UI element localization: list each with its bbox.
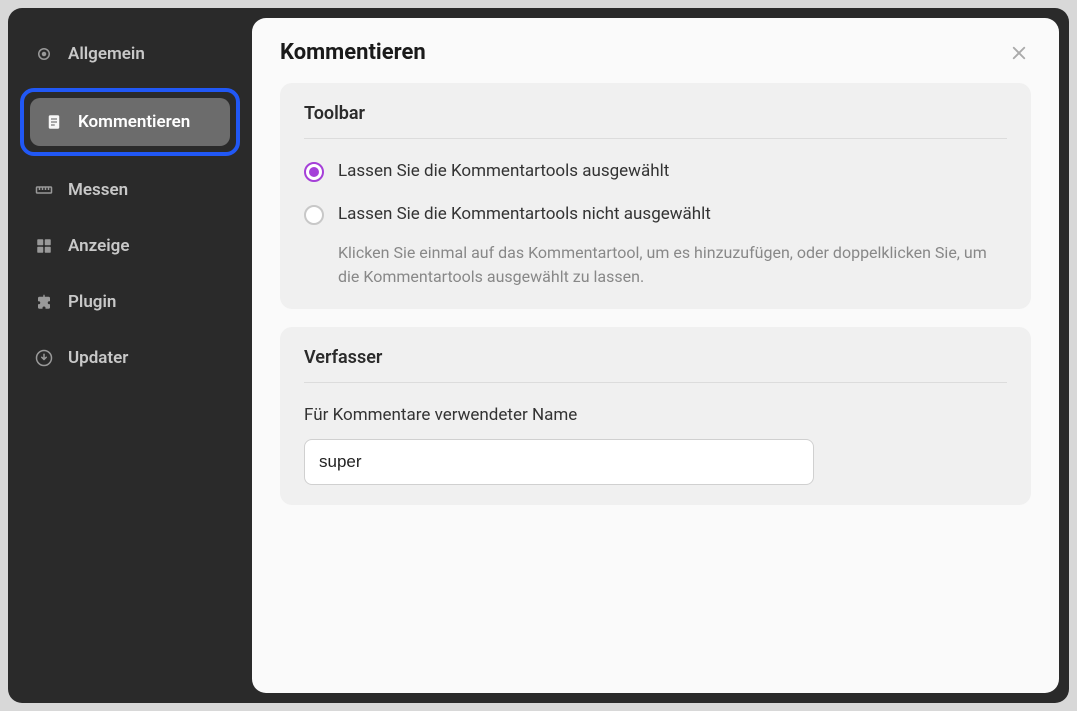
ruler-icon <box>34 180 54 200</box>
close-icon <box>1010 44 1028 62</box>
sidebar-active-highlight: Kommentieren <box>20 88 240 156</box>
close-button[interactable] <box>1007 41 1031 65</box>
content-header: Kommentieren <box>280 40 1031 65</box>
author-section: Verfasser Für Kommentare verwendeter Nam… <box>280 327 1031 505</box>
sidebar-item-label: Anzeige <box>68 236 129 256</box>
sidebar-item-comment[interactable]: Kommentieren <box>30 98 230 146</box>
section-heading-author: Verfasser <box>304 347 1007 383</box>
author-name-label: Für Kommentare verwendeter Name <box>304 405 1007 425</box>
author-name-input[interactable] <box>304 439 814 485</box>
radio-label: Lassen Sie die Kommentartools nicht ausg… <box>338 204 711 224</box>
sidebar-item-label: Plugin <box>68 292 116 312</box>
sidebar-item-measure[interactable]: Messen <box>20 166 240 214</box>
sidebar-item-updater[interactable]: Updater <box>20 334 240 382</box>
grid-icon <box>34 236 54 256</box>
helper-text: Klicken Sie einmal auf das Kommentartool… <box>338 241 1007 289</box>
sidebar-item-label: Allgemein <box>68 44 145 64</box>
radio-input[interactable] <box>304 205 324 225</box>
sidebar-item-label: Messen <box>68 180 128 200</box>
download-icon <box>34 348 54 368</box>
radio-keep-selected[interactable]: Lassen Sie die Kommentartools ausgewählt <box>304 161 1007 182</box>
toolbar-section: Toolbar Lassen Sie die Kommentartools au… <box>280 83 1031 309</box>
sidebar-item-label: Kommentieren <box>78 112 190 132</box>
section-heading-toolbar: Toolbar <box>304 103 1007 139</box>
document-icon <box>44 112 64 132</box>
gear-icon <box>34 44 54 64</box>
sidebar-item-plugin[interactable]: Plugin <box>20 278 240 326</box>
radio-input[interactable] <box>304 162 324 182</box>
sidebar-item-label: Updater <box>68 348 128 368</box>
page-title: Kommentieren <box>280 40 426 65</box>
sidebar-item-general[interactable]: Allgemein <box>20 30 240 78</box>
sidebar: Allgemein Kommentieren Messen Anzeige <box>8 8 252 703</box>
content-panel: Kommentieren Toolbar Lassen Sie die Komm… <box>252 18 1059 693</box>
radio-not-selected[interactable]: Lassen Sie die Kommentartools nicht ausg… <box>304 204 1007 225</box>
puzzle-icon <box>34 292 54 312</box>
sidebar-item-display[interactable]: Anzeige <box>20 222 240 270</box>
settings-modal: Allgemein Kommentieren Messen Anzeige <box>8 8 1069 703</box>
radio-label: Lassen Sie die Kommentartools ausgewählt <box>338 161 669 181</box>
